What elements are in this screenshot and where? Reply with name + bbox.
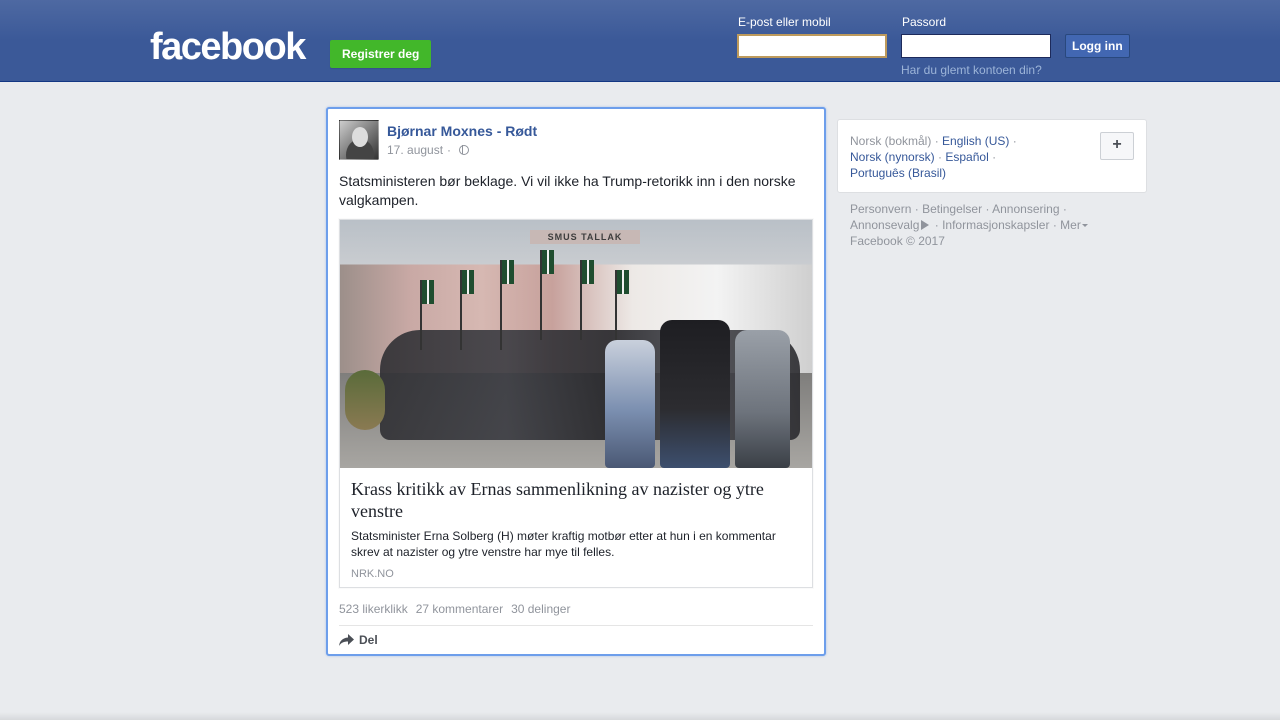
top-bar: facebook Registrer deg E-post eller mobi… [0,0,1280,82]
image-flag [462,270,474,294]
facebook-logo[interactable]: facebook [150,27,306,67]
footer-cookies[interactable]: Informasjonskapsler [942,218,1049,232]
image-flag [502,260,514,284]
password-label: Passord [902,15,947,29]
footer-links: Personvern · Betingelser · Annonsering ·… [850,201,1140,249]
meta-separator: · [447,143,452,157]
share-button[interactable]: Del [339,633,378,647]
post-card: Bjørnar Moxnes - Rødt 17. august · Stats… [326,107,826,656]
language-norsk-nynorsk[interactable]: Norsk (nynorsk) [850,150,935,164]
post-stats: 523 likerklikk 27 kommentarer 30 delinge… [339,602,570,616]
post-text: Statsministeren bør beklage. Vi vil ikke… [339,173,796,208]
avatar[interactable] [339,120,379,160]
copyright: Facebook © 2017 [850,234,945,248]
footer-privacy[interactable]: Personvern [850,202,911,216]
language-selector: Norsk (bokmål) · English (US) · Norsk (n… [837,119,1147,193]
link-description: Statsminister Erna Solberg (H) møter kra… [351,529,776,559]
footer-terms[interactable]: Betingelser [922,202,982,216]
globe-icon [459,145,470,155]
share-label: Del [359,633,378,647]
post-date[interactable]: 17. august [387,143,443,157]
share-icon [339,634,354,646]
shares-count[interactable]: 30 delinger [511,602,570,616]
language-english-us[interactable]: English (US) [942,134,1009,148]
image-sign-text: SMUS TALLAK [530,230,640,244]
likes-count[interactable]: 523 likerklikk [339,602,408,616]
image-flag [542,250,554,274]
bottom-shadow [0,712,1280,720]
language-list: Norsk (bokmål) · English (US) · Norsk (n… [850,134,1017,180]
image-person [735,330,790,468]
image-flag [422,280,434,304]
link-image[interactable]: SMUS TALLAK [340,220,812,468]
language-current: Norsk (bokmål) [850,134,932,148]
comments-count[interactable]: 27 kommentarer [416,602,503,616]
language-portugues-brasil[interactable]: Português (Brasil) [850,166,946,180]
caret-down-icon [1081,224,1088,227]
post-meta: 17. august · [387,143,470,157]
adchoices-icon [921,220,930,230]
image-person [605,340,655,468]
post-author[interactable]: Bjørnar Moxnes - Rødt [387,123,537,139]
language-espanol[interactable]: Español [945,150,988,164]
image-person [660,320,730,468]
link-title[interactable]: Krass kritikk av Ernas sammenlikning av … [351,478,801,522]
image-flag [617,270,629,294]
image-flag [582,260,594,284]
email-field[interactable] [737,34,887,58]
email-label: E-post eller mobil [738,15,831,29]
link-preview[interactable]: SMUS TALLAK Krass kritikk av Ernas samme… [339,219,813,588]
image-flowers [345,370,385,430]
footer-adchoices[interactable]: Annonsevalg [850,218,931,232]
login-button[interactable]: Logg inn [1065,34,1130,58]
footer-more[interactable]: Mer [1060,218,1088,232]
link-body: Krass kritikk av Ernas sammenlikning av … [340,468,812,588]
actions-divider [339,625,813,626]
forgot-account-link[interactable]: Har du glemt kontoen din? [901,63,1042,77]
link-domain: NRK.NO [351,568,394,580]
add-language-button[interactable]: + [1100,132,1134,160]
password-field[interactable] [901,34,1051,58]
register-button[interactable]: Registrer deg [330,40,432,68]
footer-advertising[interactable]: Annonsering [992,202,1059,216]
